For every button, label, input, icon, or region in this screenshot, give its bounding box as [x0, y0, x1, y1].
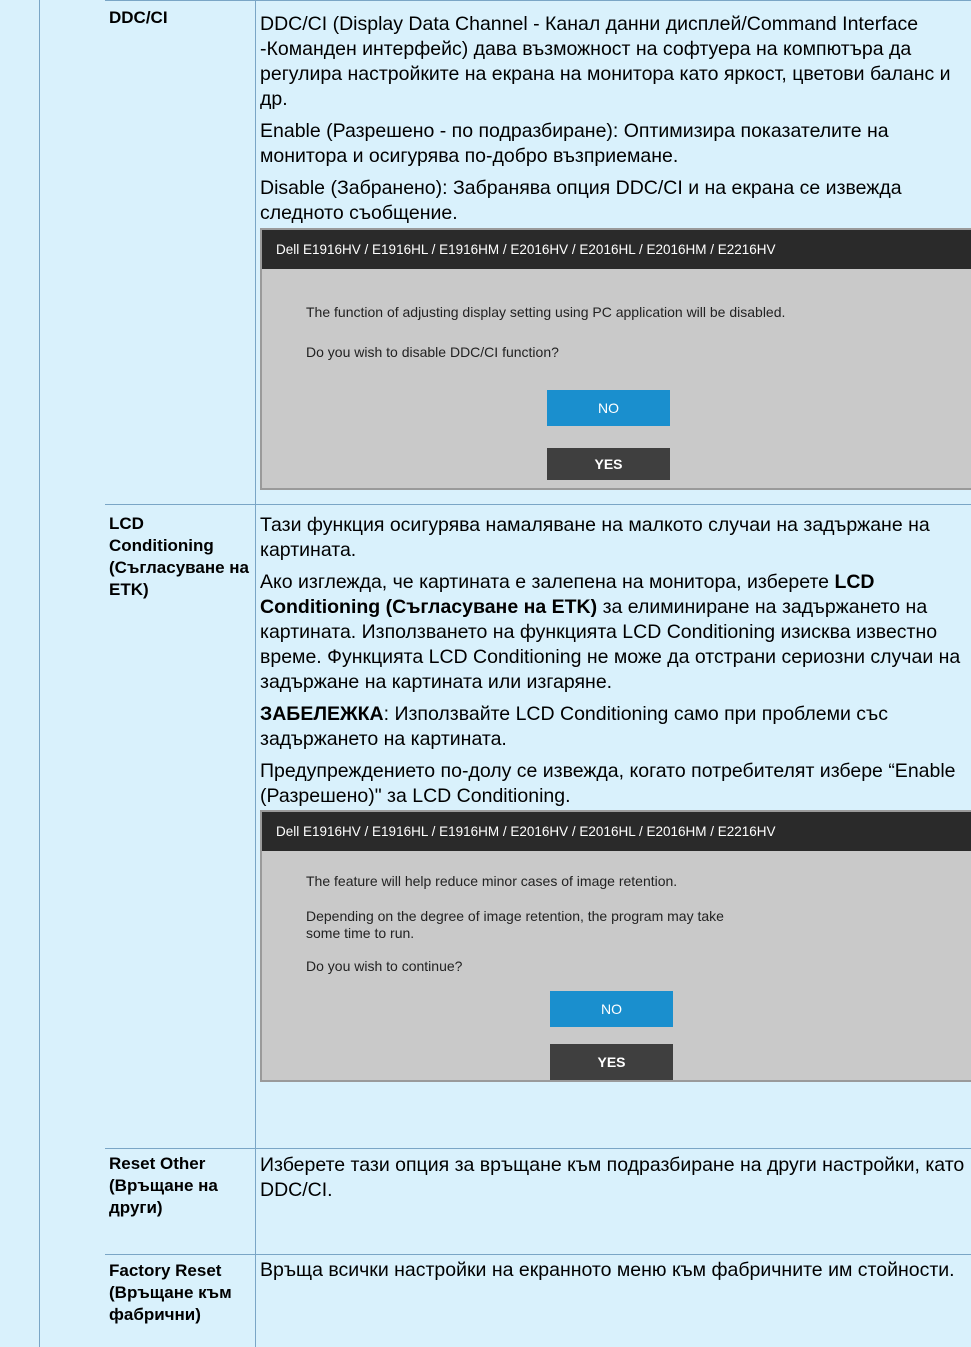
paragraph-text: Ако изглежда, че картината е залепена на…	[260, 571, 830, 593]
row-label-factory-reset: Factory Reset (Връщане към фабрични)	[105, 1255, 256, 1347]
row-lcd-conditioning: LCD Conditioning (Съгласуване на ETK) Та…	[105, 505, 971, 1149]
no-button[interactable]: NO	[547, 390, 670, 426]
dialog-title: Dell E1916HV / E1916HL / E1916HM / E2016…	[262, 230, 971, 269]
row-label-ddc-ci: DDC/CI	[105, 1, 256, 504]
paragraph: Връща всички настройки на екранното меню…	[260, 1259, 955, 1281]
row-content-factory-reset: Връща всички настройки на екранното меню…	[256, 1255, 971, 1347]
paragraph: Ако изглежда, че картината е залепена на…	[260, 570, 967, 695]
row-reset-other: Reset Other (Връщане на други) Изберете …	[105, 1149, 971, 1255]
yes-button[interactable]: YES	[547, 448, 670, 480]
paragraph: Disable (Забранено): Забранява опция DDC…	[260, 177, 902, 224]
lcd-conditioning-dialog: Dell E1916HV / E1916HL / E1916HM / E2016…	[260, 810, 971, 1082]
paragraph: Enable (Разрешено - по подразбиране): Оп…	[260, 120, 889, 167]
paragraph: DDC/CI (Display Data Channel - Канал дан…	[260, 13, 951, 110]
row-content-ddc-ci: DDC/CI (Display Data Channel - Канал дан…	[256, 1, 971, 504]
paragraph: Предупреждението по-долу се извежда, ког…	[260, 760, 956, 807]
dialog-message: The function of adjusting display settin…	[306, 304, 786, 320]
dialog-question: Do you wish to continue?	[306, 958, 463, 974]
paragraph: Изберете тази опция за връщане към подра…	[260, 1154, 965, 1201]
ddc-ci-disable-dialog: Dell E1916HV / E1916HL / E1916HM / E2016…	[260, 228, 971, 490]
paragraph: ЗАБЕЛЕЖКА: Използвайте LCD Conditioning …	[260, 702, 967, 752]
dialog-title: Dell E1916HV / E1916HL / E1916HM / E2016…	[262, 812, 971, 851]
row-label-lcd-conditioning: LCD Conditioning (Съгласуване на ETK)	[105, 505, 256, 1148]
row-ddc-ci: DDC/CI DDC/CI (Display Data Channel - Ка…	[105, 0, 971, 505]
dialog-message: some time to run.	[306, 925, 415, 941]
no-button[interactable]: NO	[550, 991, 673, 1027]
settings-table: DDC/CI DDC/CI (Display Data Channel - Ка…	[0, 0, 971, 1347]
row-content-reset-other: Изберете тази опция за връщане към подра…	[256, 1149, 971, 1254]
paragraph: Тази функция осигурява намаляване на мал…	[260, 514, 930, 561]
row-label-reset-other: Reset Other (Връщане на други)	[105, 1149, 256, 1254]
dialog-question: Do you wish to disable DDC/CI function?	[306, 344, 559, 360]
submenu-column	[39, 0, 105, 1347]
yes-button[interactable]: YES	[550, 1044, 673, 1080]
row-factory-reset: Factory Reset (Връщане към фабрични) Връ…	[105, 1255, 971, 1347]
dialog-message: The feature will help reduce minor cases…	[306, 873, 678, 889]
row-content-lcd-conditioning: Тази функция осигурява намаляване на мал…	[256, 505, 971, 1148]
dialog-message: Depending on the degree of image retenti…	[306, 908, 724, 924]
note-label: ЗАБЕЛЕЖКА	[260, 703, 384, 725]
